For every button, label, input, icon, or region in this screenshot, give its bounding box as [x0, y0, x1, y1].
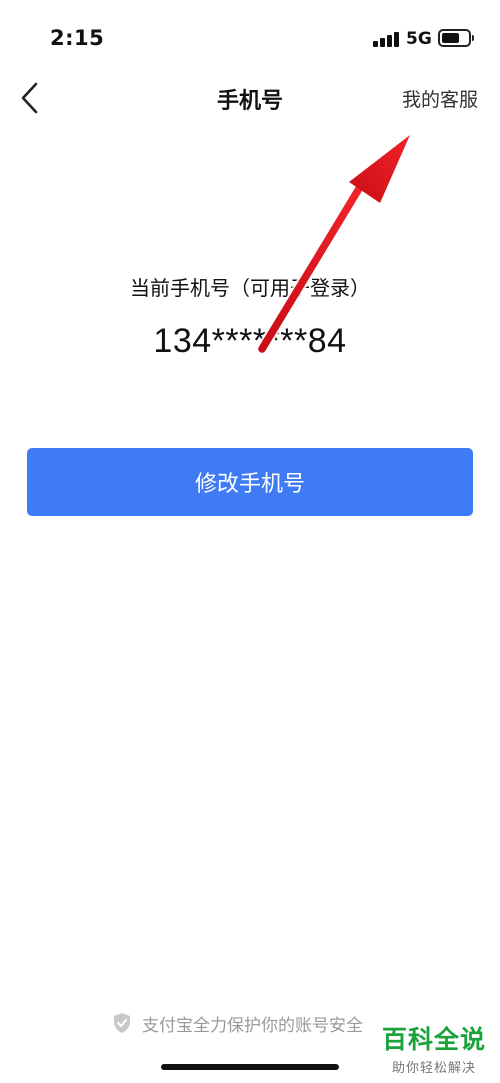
current-phone-label: 当前手机号（可用于登录）: [130, 276, 370, 300]
back-button[interactable]: [16, 80, 48, 116]
security-note-text: 支付宝全力保护你的账号安全: [142, 1015, 363, 1036]
signal-bars-icon: [373, 31, 399, 47]
current-phone-number: 134*******84: [153, 322, 347, 360]
network-type: 5G: [406, 29, 432, 49]
home-indicator[interactable]: [161, 1064, 339, 1070]
change-phone-button[interactable]: 修改手机号: [27, 448, 473, 516]
status-bar: 2:15 5G: [0, 0, 500, 76]
watermark-title: 百科全说: [381, 1025, 486, 1054]
navigation-bar: 手机号 我的客服: [0, 70, 500, 126]
security-note: 支付宝全力保护你的账号安全: [112, 1010, 363, 1036]
annotation-arrow-icon: [256, 130, 412, 355]
watermark-subtitle: 助你轻松解决: [391, 1061, 476, 1076]
status-time: 2:15: [50, 26, 105, 50]
battery-icon: [438, 29, 474, 47]
shield-icon: [114, 1013, 130, 1033]
watermark-logo: 百科全说 助你轻松解决: [382, 1020, 486, 1076]
chevron-left-icon: [21, 82, 38, 114]
customer-service-button[interactable]: 我的客服: [402, 85, 478, 112]
phone-number-screen: 2:15 5G 手机号 我的客服 当前手机号（可用于登录） 134*******…: [0, 0, 500, 1083]
